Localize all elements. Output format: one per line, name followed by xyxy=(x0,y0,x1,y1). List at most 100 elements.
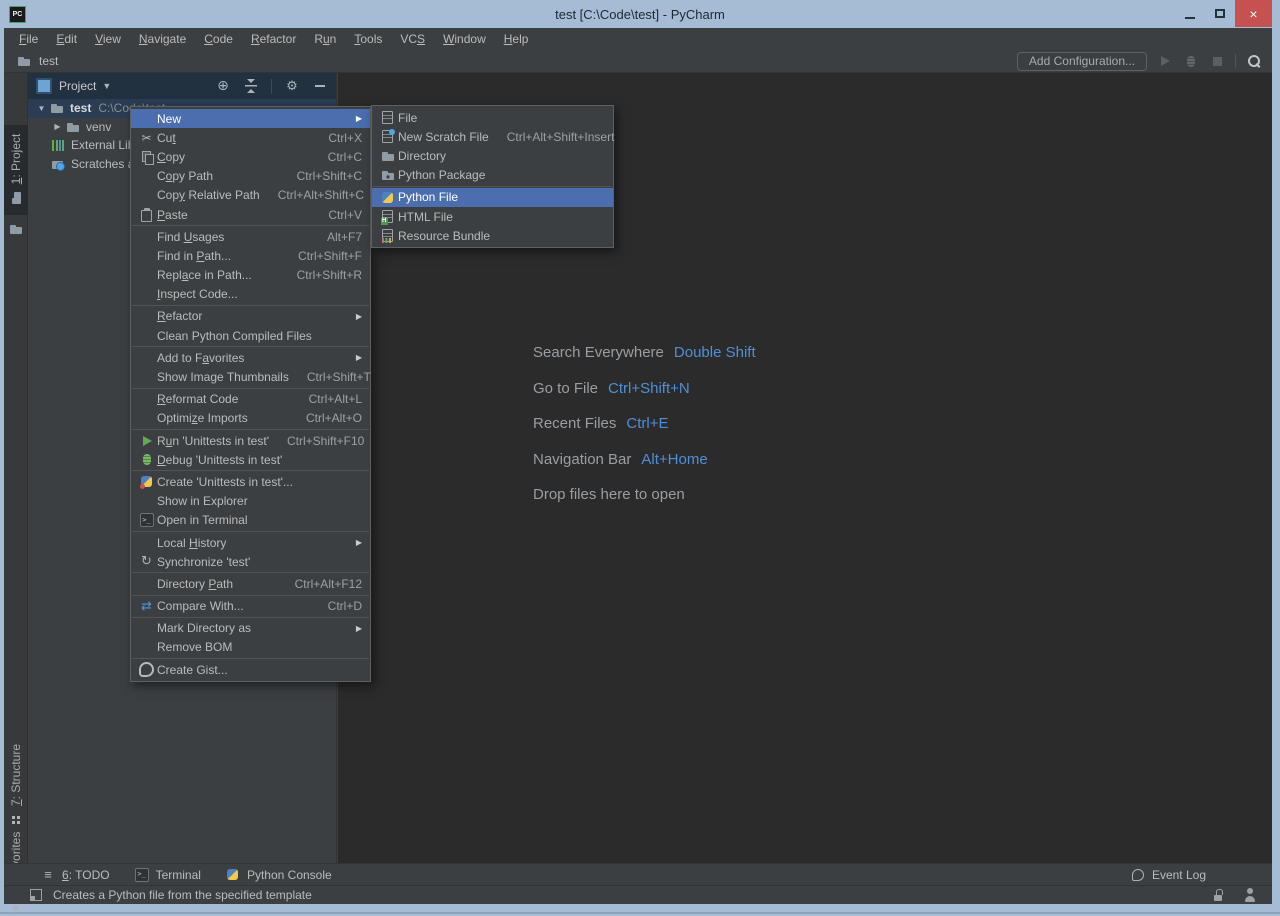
context-menu-item-open-in-terminal[interactable]: Open in Terminal xyxy=(131,511,370,530)
submenu-arrow-icon: ▶ xyxy=(356,538,362,547)
label: Inspect Code... xyxy=(157,287,238,301)
tool-window-button-6-todo[interactable]: 6: TODO xyxy=(40,867,110,883)
window-controls: × xyxy=(1175,0,1272,27)
context-menu-item-refactor[interactable]: Refactor▶ xyxy=(131,307,370,326)
tool-window-tab-structure[interactable]: 7: Structure xyxy=(4,740,28,832)
tool-window-button-terminal[interactable]: Terminal xyxy=(134,867,201,883)
context-menu-item-mark-directory-as[interactable]: Mark Directory as▶ xyxy=(131,619,370,638)
menubar-window[interactable]: Window xyxy=(434,28,495,50)
label: test xyxy=(70,101,91,115)
menu-separator xyxy=(373,186,612,187)
submenu-item-python-package[interactable]: Python Package xyxy=(372,166,613,185)
context-menu-item-find-in-path[interactable]: Find in Path...Ctrl+Shift+F xyxy=(131,246,370,265)
context-menu-item-find-usages[interactable]: Find UsagesAlt+F7 xyxy=(131,227,370,246)
context-menu-item-reformat-code[interactable]: Reformat CodeCtrl+Alt+L xyxy=(131,390,370,409)
menubar-navigate[interactable]: Navigate xyxy=(130,28,195,50)
context-menu-item-run-unittests-in-test[interactable]: Run 'Unittests in test'Ctrl+Shift+F10 xyxy=(131,431,370,450)
menubar-help[interactable]: Help xyxy=(495,28,538,50)
window-frame-bottom xyxy=(0,904,1280,914)
shortcut-hint-search-everywhere: Search EverywhereDouble Shift xyxy=(533,335,756,371)
context-menu-item-local-history[interactable]: Local History▶ xyxy=(131,533,370,552)
project-folder-icon[interactable] xyxy=(8,221,24,237)
submenu-item-directory[interactable]: Directory xyxy=(372,146,613,165)
label: File xyxy=(398,111,417,125)
tool-window-button-event-log[interactable]: Event Log xyxy=(1130,867,1206,883)
chevron-down-icon[interactable]: ▼ xyxy=(102,81,111,91)
shortcut-hint-recent-files: Recent FilesCtrl+E xyxy=(533,406,756,442)
menu-item-icon-slot xyxy=(136,512,157,528)
menu-item-shortcut: Ctrl+Alt+Shift+C xyxy=(260,188,364,202)
menu-item-shortcut: Ctrl+Alt+Shift+Insert xyxy=(489,130,615,144)
submenu-item-file[interactable]: File xyxy=(372,108,613,127)
minimize-button[interactable] xyxy=(1175,0,1205,27)
context-menu-item-copy[interactable]: CopyCtrl+C xyxy=(131,147,370,166)
run-icon[interactable] xyxy=(1157,53,1173,69)
context-menu-item-show-in-explorer[interactable]: Show in Explorer xyxy=(131,492,370,511)
context-menu-item-debug-unittests-in-test[interactable]: Debug 'Unittests in test' xyxy=(131,450,370,469)
context-menu-item-paste[interactable]: PasteCtrl+V xyxy=(131,205,370,224)
context-menu-item-optimize-imports[interactable]: Optimize ImportsCtrl+Alt+O xyxy=(131,409,370,428)
scratch-icon xyxy=(380,129,396,145)
label: Refactor xyxy=(251,32,296,46)
menubar-code[interactable]: Code xyxy=(195,28,242,50)
add-configuration-button[interactable]: Add Configuration... xyxy=(1017,52,1147,71)
hint-label: Drop files here to open xyxy=(533,486,685,503)
context-menu-item-create-unittests-in-test[interactable]: Create 'Unittests in test'... xyxy=(131,472,370,491)
menubar-view[interactable]: View xyxy=(86,28,130,50)
menubar-refactor[interactable]: Refactor xyxy=(242,28,305,50)
context-menu-item-compare-with[interactable]: Compare With...Ctrl+D xyxy=(131,597,370,616)
context-menu-item-show-image-thumbnails[interactable]: Show Image ThumbnailsCtrl+Shift+T xyxy=(131,367,370,386)
context-menu-item-create-gist[interactable]: Create Gist... xyxy=(131,660,370,679)
navigation-bar: test Add Configuration... xyxy=(4,50,1272,73)
toggle-toolwindow-bar-icon[interactable] xyxy=(28,887,44,903)
label: 1: Project xyxy=(9,134,23,185)
context-menu-item-directory-path[interactable]: Directory PathCtrl+Alt+F12 xyxy=(131,574,370,593)
maximize-button[interactable] xyxy=(1205,0,1235,27)
submenu-item-python-file[interactable]: Python File xyxy=(372,188,613,207)
menu-item-icon-slot xyxy=(136,474,157,490)
sync-icon xyxy=(139,554,155,570)
lock-icon[interactable] xyxy=(1210,887,1226,903)
context-menu-item-copy-path[interactable]: Copy PathCtrl+Shift+C xyxy=(131,167,370,186)
tool-window-button-python-console[interactable]: Python Console xyxy=(225,867,332,883)
project-header-title[interactable]: Project xyxy=(59,79,96,93)
label: Add to Favorites xyxy=(157,351,244,365)
debug-icon[interactable] xyxy=(1183,53,1199,69)
label: Clean Python Compiled Files xyxy=(157,329,312,343)
submenu-item-html-file[interactable]: HTML File xyxy=(372,207,613,226)
expander-collapsed-icon[interactable]: ▶ xyxy=(50,122,65,131)
label: New Scratch File xyxy=(398,130,489,144)
close-button[interactable]: × xyxy=(1235,0,1272,27)
submenu-item-resource-bundle[interactable]: Resource Bundle xyxy=(372,226,613,245)
context-menu-item-new[interactable]: New▶ xyxy=(131,109,370,128)
label: Python File xyxy=(398,190,458,204)
search-icon[interactable] xyxy=(1246,53,1262,69)
context-menu-item-add-to-favorites[interactable]: Add to Favorites▶ xyxy=(131,348,370,367)
stop-icon[interactable] xyxy=(1209,53,1225,69)
locate-icon[interactable] xyxy=(215,78,231,94)
hide-panel-icon[interactable] xyxy=(312,78,328,94)
context-menu-item-cut[interactable]: CutCtrl+X xyxy=(131,128,370,147)
submenu-item-new-scratch-file[interactable]: New Scratch FileCtrl+Alt+Shift+Insert xyxy=(372,127,613,146)
label: Mark Directory as xyxy=(157,621,251,635)
context-menu-item-replace-in-path[interactable]: Replace in Path...Ctrl+Shift+R xyxy=(131,266,370,285)
menubar-run[interactable]: Run xyxy=(305,28,345,50)
menubar-edit[interactable]: Edit xyxy=(47,28,86,50)
expander-expanded-icon[interactable]: ▼ xyxy=(34,104,49,113)
context-menu-item-remove-bom[interactable]: Remove BOM xyxy=(131,638,370,657)
breadcrumb[interactable]: test xyxy=(4,53,58,69)
context-menu-item-copy-relative-path[interactable]: Copy Relative PathCtrl+Alt+Shift+C xyxy=(131,186,370,205)
hint-label: Recent Files xyxy=(533,415,616,432)
tool-window-tab-project[interactable]: 1: Project xyxy=(4,125,28,215)
inspector-profile-icon[interactable] xyxy=(1242,887,1258,903)
minimize-icon xyxy=(1185,17,1195,19)
menubar-vcs[interactable]: VCS xyxy=(391,28,434,50)
context-menu-item-clean-python-compiled-files[interactable]: Clean Python Compiled Files xyxy=(131,326,370,345)
context-menu-item-inspect-code[interactable]: Inspect Code... xyxy=(131,285,370,304)
gear-icon[interactable] xyxy=(284,78,300,94)
label: Copy xyxy=(157,150,185,164)
context-menu-item-synchronize-test[interactable]: Synchronize 'test' xyxy=(131,552,370,571)
collapse-all-icon[interactable] xyxy=(243,78,259,94)
menubar-file[interactable]: File xyxy=(10,28,47,50)
menubar-tools[interactable]: Tools xyxy=(345,28,391,50)
